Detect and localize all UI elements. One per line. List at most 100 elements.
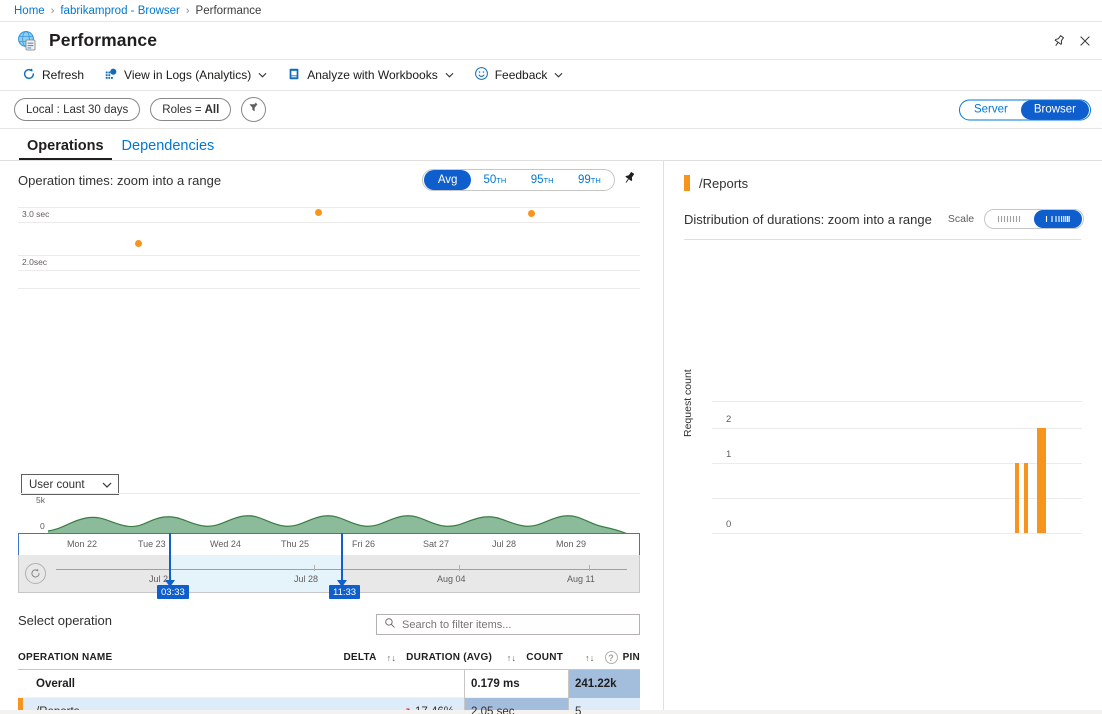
- operation-times-title: Operation times: zoom into a range: [18, 173, 221, 188]
- analyze-with-workbooks-button[interactable]: Analyze with Workbooks: [278, 63, 463, 88]
- cell-count-value: 5: [569, 706, 581, 714]
- histogram-bar[interactable]: [1024, 463, 1028, 533]
- percentile-50[interactable]: 50TH: [471, 170, 518, 190]
- histogram-ytick-2: 2: [726, 414, 731, 425]
- search-input[interactable]: [402, 619, 632, 631]
- cell-operation-name: Overall: [18, 678, 318, 690]
- pin-chart-icon[interactable]: [622, 170, 637, 190]
- scrubber-left-label: 03:33: [157, 585, 189, 599]
- smiley-icon: [474, 66, 489, 84]
- refresh-icon: [22, 67, 36, 84]
- divider: [684, 239, 1081, 240]
- pin-icon[interactable]: [1046, 27, 1072, 55]
- close-icon[interactable]: [1072, 27, 1098, 55]
- timeline-tick: Mon 22: [67, 539, 97, 549]
- bottom-strip: [0, 710, 1102, 714]
- add-filter-button[interactable]: [241, 97, 266, 122]
- column-header-duration[interactable]: DURATION (AVG): [406, 652, 497, 663]
- percentile-99[interactable]: 99TH: [566, 170, 613, 190]
- scope-toggle-server[interactable]: Server: [961, 100, 1021, 119]
- percentile-50-sup: TH: [496, 176, 506, 185]
- logs-icon: [104, 67, 118, 84]
- column-header-delta[interactable]: DELTA: [279, 652, 376, 663]
- operations-panel: Operation times: zoom into a range Avg 5…: [0, 161, 664, 714]
- log-scale-icon[interactable]: [1034, 210, 1082, 228]
- tab-dependencies[interactable]: Dependencies: [113, 138, 224, 160]
- metric-selector-value: User count: [29, 479, 85, 491]
- breadcrumb-item-home[interactable]: Home: [14, 5, 45, 17]
- table-row[interactable]: Overall 0.179 ms 241.22k: [18, 670, 640, 698]
- search-filter-box[interactable]: [376, 614, 640, 635]
- percentile-avg-label: Avg: [438, 174, 458, 186]
- sort-icon-delta[interactable]: ↑↓: [377, 653, 407, 663]
- search-icon: [384, 616, 396, 634]
- histogram-ytick-1: 1: [726, 449, 731, 460]
- scrubber-handle-left[interactable]: [169, 533, 171, 586]
- add-filter-icon: [247, 101, 260, 119]
- scatter-point[interactable]: [135, 240, 142, 247]
- tab-operations[interactable]: Operations: [18, 138, 113, 160]
- chevron-down-icon: [258, 70, 267, 80]
- sort-icon-count[interactable]: ↑↓: [575, 653, 605, 663]
- time-range-filter[interactable]: Local : Last 30 days: [14, 98, 140, 121]
- column-header-operation-name[interactable]: OPERATION NAME: [18, 652, 279, 663]
- timeline-axis[interactable]: Mon 22 Tue 23 Wed 24 Thu 25 Fri 26 Sat 2…: [18, 533, 640, 555]
- cell-count: 241.22k: [568, 670, 640, 698]
- help-icon[interactable]: ?: [605, 651, 618, 664]
- timeline-tick: Mon 29: [556, 539, 586, 549]
- scatter-point[interactable]: [528, 210, 535, 217]
- column-header-pin-label: PIN: [623, 652, 640, 663]
- percentile-99-sup: TH: [591, 176, 601, 185]
- timeline-tick: Tue 23: [138, 539, 166, 549]
- page-title: Performance: [49, 30, 157, 51]
- linear-scale-icon[interactable]: [986, 210, 1034, 228]
- scrubber-right-label: 11:33: [329, 585, 360, 599]
- roles-filter[interactable]: Roles = All: [150, 98, 231, 121]
- page-header: Performance: [0, 22, 1102, 60]
- scrubber-handle-right[interactable]: [341, 533, 343, 586]
- main-content: Operation times: zoom into a range Avg 5…: [0, 161, 1102, 714]
- column-header-count[interactable]: COUNT: [526, 652, 575, 663]
- feedback-button[interactable]: Feedback: [465, 63, 573, 88]
- scrubber-tick: Aug 11: [567, 574, 595, 584]
- scatter-point[interactable]: [315, 209, 322, 216]
- refresh-button[interactable]: Refresh: [13, 63, 93, 88]
- histogram-bar[interactable]: [1015, 463, 1019, 533]
- percentile-95-sup: TH: [544, 176, 554, 185]
- table-header-row: OPERATION NAME DELTA ↑↓ DURATION (AVG) ↑…: [18, 646, 640, 670]
- roles-value: All: [205, 104, 220, 116]
- percentile-99-label: 99: [578, 174, 591, 186]
- column-header-pin: ? PIN: [605, 651, 640, 664]
- reset-zoom-icon[interactable]: [25, 563, 46, 584]
- breadcrumb-item-performance: Performance: [196, 5, 262, 17]
- chevron-down-icon: [102, 479, 112, 491]
- breadcrumb-item-resource[interactable]: fabrikamprod - Browser: [60, 5, 180, 17]
- selected-operation-header: /Reports: [664, 161, 1101, 191]
- cell-duration-value: 2.05 sec: [465, 706, 514, 714]
- histogram-y-axis-label: Request count: [682, 369, 694, 437]
- time-range-label: Local : Last 30 days: [26, 104, 128, 116]
- percentile-avg[interactable]: Avg: [424, 170, 471, 190]
- distribution-header: Distribution of durations: zoom into a r…: [684, 209, 1101, 229]
- duration-distribution-chart[interactable]: Request count 2 1 0: [684, 401, 1082, 546]
- scrubber-tick: Aug 04: [437, 574, 466, 584]
- timeline-tick: Jul 28: [492, 539, 516, 549]
- user-count-chart[interactable]: 5k 0: [18, 493, 640, 535]
- breadcrumb-separator: ›: [186, 5, 190, 17]
- metric-selector[interactable]: User count: [21, 474, 119, 495]
- percentile-95[interactable]: 95TH: [519, 170, 566, 190]
- percentile-95-label: 95: [531, 174, 544, 186]
- scatter-ytick-3sec: 3.0 sec: [22, 209, 49, 219]
- view-in-logs-label: View in Logs (Analytics): [124, 68, 251, 82]
- histogram-bar[interactable]: [1037, 428, 1046, 533]
- timeline-tick: Sat 27: [423, 539, 449, 549]
- selected-operation-name: /Reports: [699, 176, 748, 191]
- scope-toggle-browser[interactable]: Browser: [1021, 100, 1089, 119]
- scrubber-tick: Jul 28: [294, 574, 318, 584]
- select-operation-label: Select operation: [18, 613, 112, 628]
- percentile-toggle: Avg 50TH 95TH 99TH: [422, 169, 615, 191]
- window-controls: [1046, 22, 1098, 60]
- view-in-logs-button[interactable]: View in Logs (Analytics): [95, 63, 276, 88]
- operation-times-chart[interactable]: 3.0 sec 2.0sec: [18, 199, 640, 297]
- sort-icon-duration[interactable]: ↑↓: [497, 653, 527, 663]
